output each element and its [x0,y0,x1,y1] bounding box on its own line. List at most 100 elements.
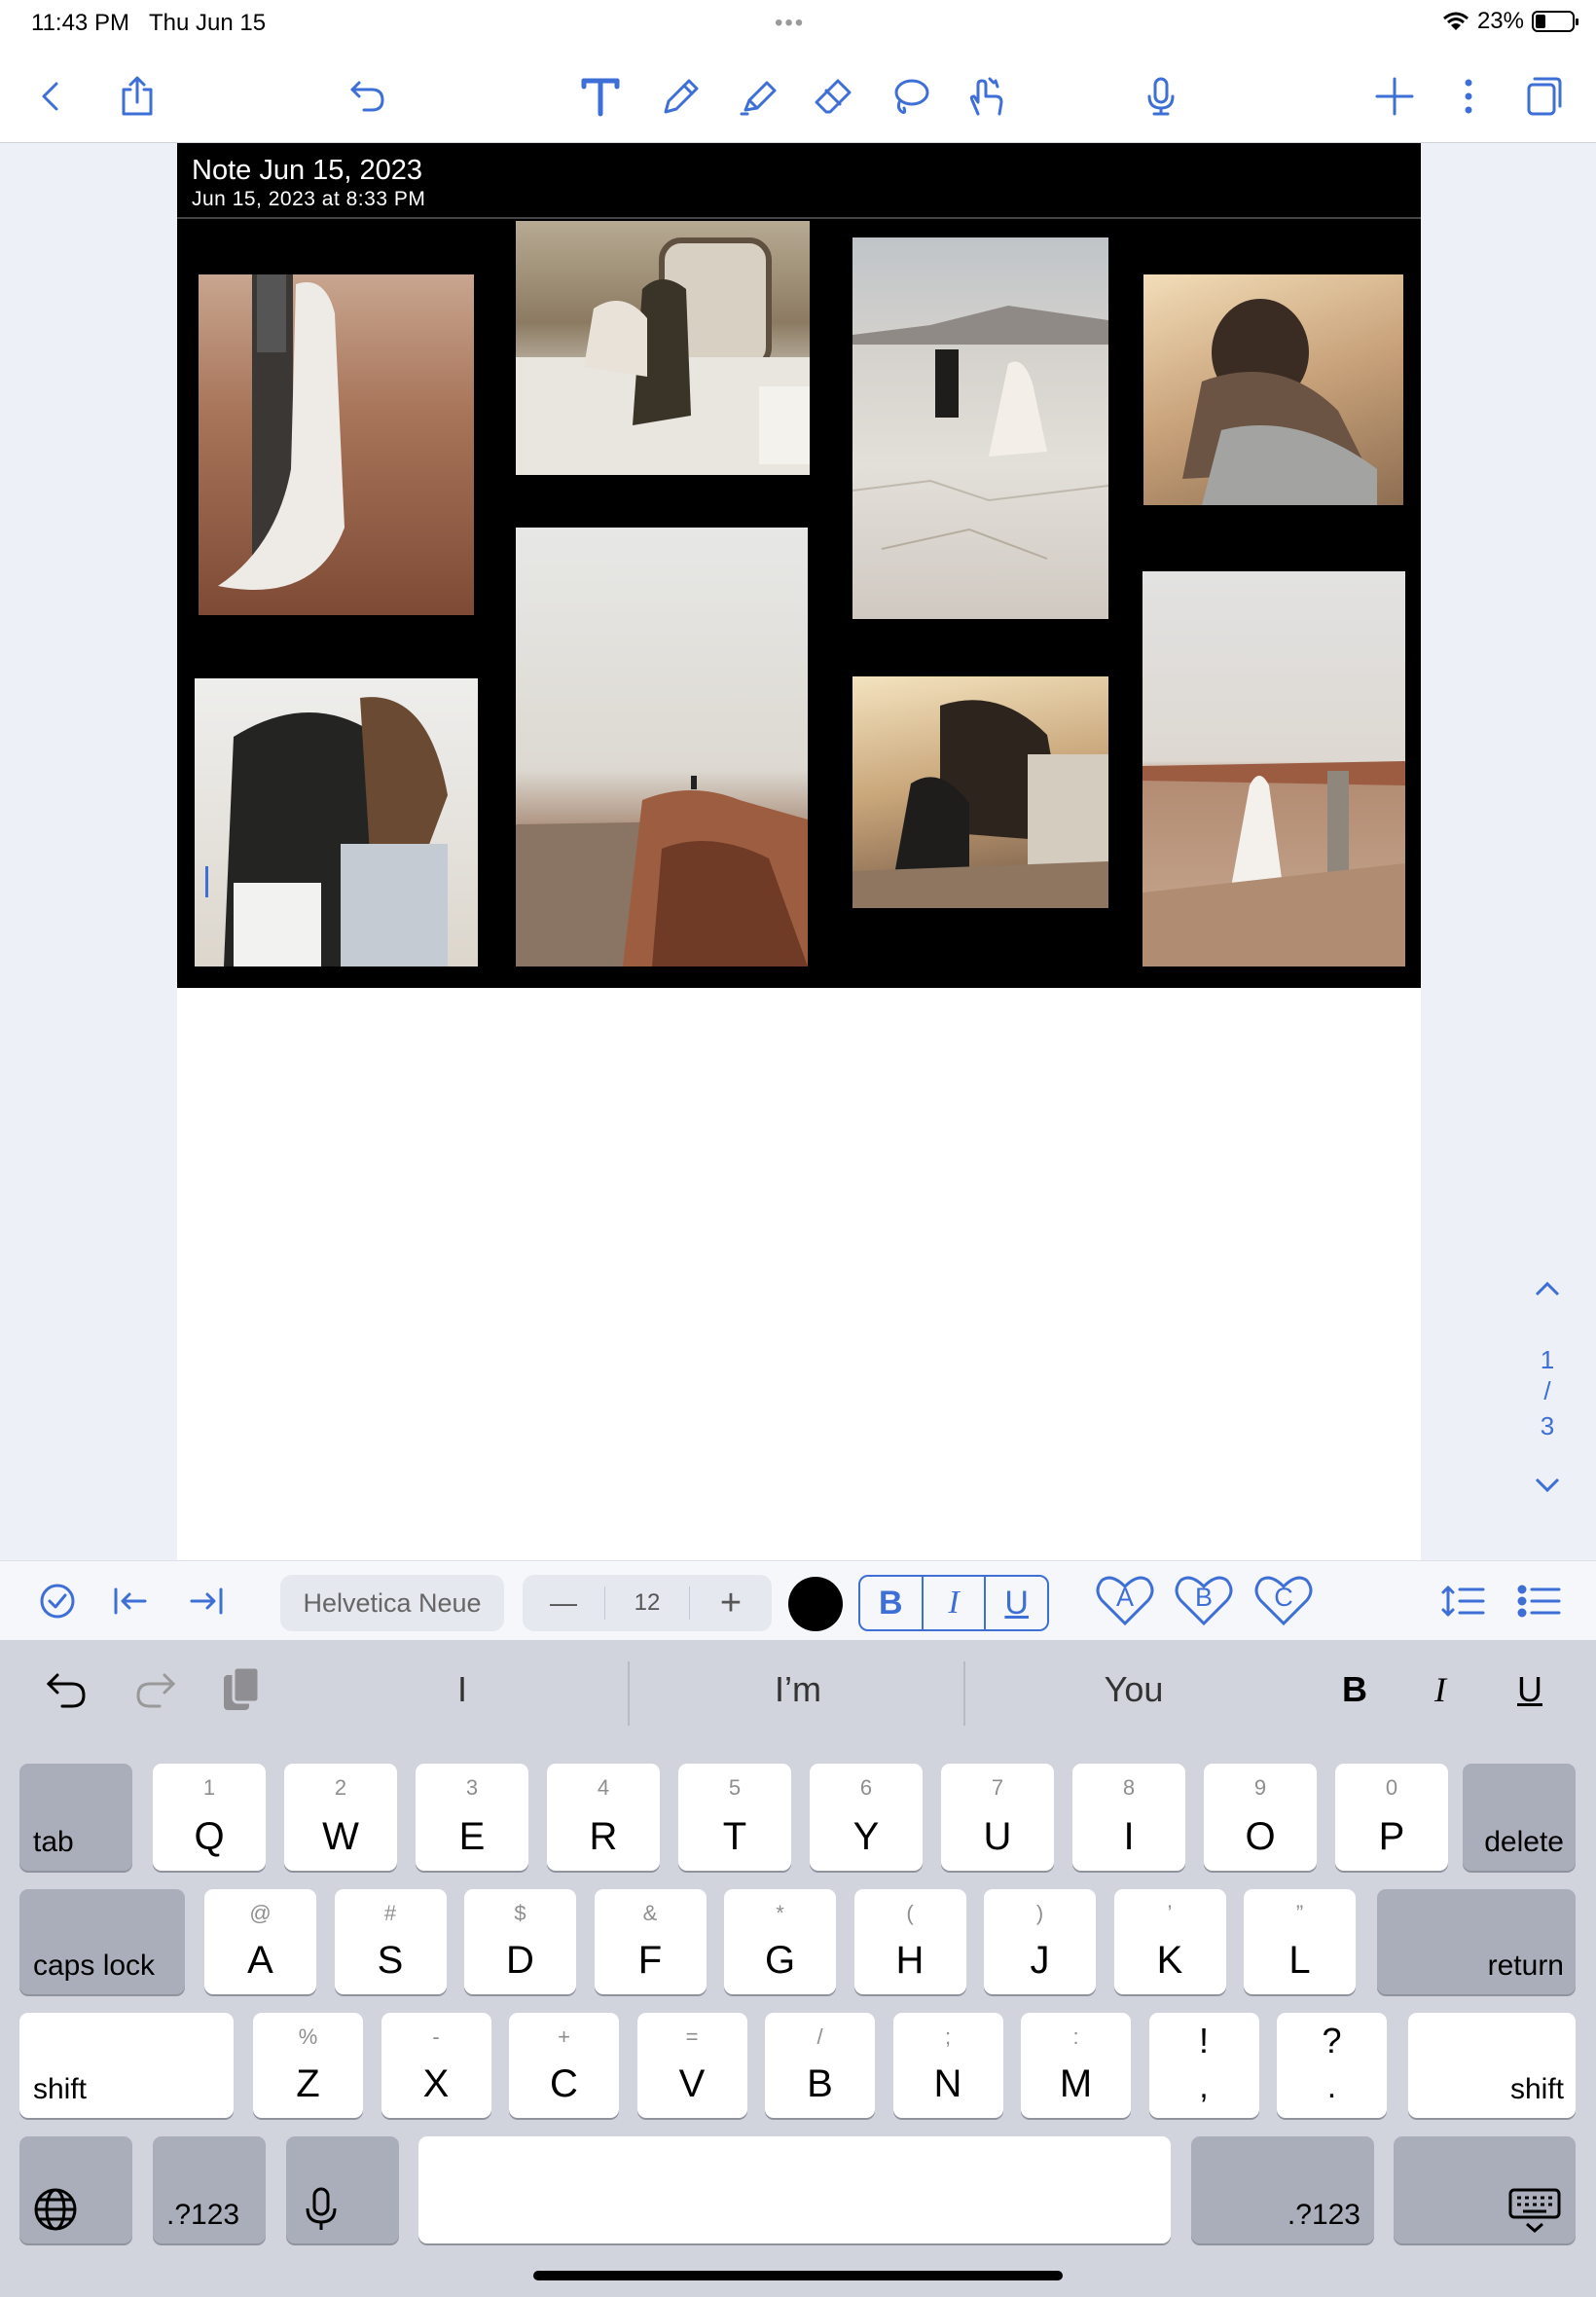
more-icon[interactable] [1444,72,1493,121]
style-b-button[interactable]: B [1173,1569,1235,1631]
font-size-increase[interactable]: + [690,1575,772,1631]
key-primary-label: R [589,1815,618,1858]
font-size-decrease[interactable]: — [523,1575,604,1631]
key-b[interactable]: / B [765,2013,875,2118]
caps-lock-key[interactable]: caps lock [19,1889,185,1994]
key-o[interactable]: 9O [1204,1764,1317,1871]
key-primary-label: L [1288,1939,1311,1982]
suggestion-3[interactable]: You [973,1669,1294,1710]
key-z[interactable]: % Z [253,2013,363,2118]
key-x[interactable]: -X [381,2013,491,2118]
suggestion-1[interactable]: I [311,1669,613,1710]
keyboard-underline-button[interactable]: U [1510,1669,1549,1710]
key-p[interactable]: 0P [1335,1764,1448,1871]
key-n[interactable]: ; N [892,2013,1003,2118]
note-page[interactable]: Note Jun 15, 2023 Jun 15, 2023 at 8:33 P… [177,143,1421,1560]
font-size-value[interactable]: 12 [605,1575,689,1631]
pages-icon[interactable] [1518,72,1567,121]
wifi-icon [1442,12,1469,30]
key-s[interactable]: # S [334,1889,447,1994]
photo-desert-cliffs[interactable] [516,528,808,966]
photo-couple-desert-hug[interactable] [1143,274,1403,505]
keyboard-undo-icon[interactable] [43,1667,91,1712]
lasso-icon[interactable] [886,72,934,121]
suggestion-2[interactable]: I’m [642,1669,954,1710]
key-secondary-label: 8 [1122,1775,1136,1800]
dismiss-keyboard-key[interactable] [1394,2136,1576,2243]
key-k[interactable]: ’ K [1113,1889,1226,1994]
style-c-button[interactable]: C [1252,1569,1315,1631]
key-g[interactable]: * G [724,1889,836,1994]
return-key[interactable]: return [1377,1889,1576,1994]
key-y[interactable]: 6Y [810,1764,923,1871]
style-a-button[interactable]: A [1094,1569,1156,1631]
key-j[interactable]: ) J [984,1889,1096,1994]
eraser-icon[interactable] [810,72,858,121]
page-down-icon[interactable] [1533,1470,1562,1499]
left-shift-key[interactable]: shift [19,2013,234,2118]
keyboard-redo-icon[interactable] [130,1667,179,1712]
keyboard-bold-button[interactable]: B [1335,1669,1374,1710]
key-primary-label: J [1030,1939,1050,1982]
bold-button[interactable]: B [860,1577,922,1629]
highlighter-icon[interactable] [735,72,783,121]
photo-couple-walking-desert[interactable] [1143,571,1405,966]
add-icon[interactable] [1370,72,1419,121]
multitasking-dots[interactable]: ••• [775,10,805,37]
key-a[interactable]: @ A [204,1889,316,1994]
back-icon[interactable] [27,72,76,121]
key-m[interactable]: :M [1021,2013,1131,2118]
share-icon[interactable] [113,72,162,121]
right-shift-key[interactable]: shift [1408,2013,1576,2118]
undo-icon[interactable] [344,72,392,121]
key-l[interactable]: ” L [1244,1889,1356,1994]
numbers-key-left[interactable]: .?123 [153,2136,266,2243]
photo-couple-red-rocks[interactable] [199,274,474,615]
key-comma[interactable]: !, [1148,2013,1259,2118]
photo-couple-kiss[interactable] [195,678,478,966]
key-primary-label: . [1326,2068,1337,2105]
photo-collage[interactable] [177,219,1421,988]
font-family-select[interactable]: Helvetica Neue [280,1575,504,1631]
key-w[interactable]: 2W [284,1764,397,1871]
hand-tool-icon[interactable] [961,72,1010,121]
text-tool-icon[interactable] [576,72,625,121]
keyboard-italic-button[interactable]: I [1421,1669,1460,1710]
tab-key[interactable]: tab [19,1764,132,1871]
indent-icon[interactable] [185,1579,230,1623]
battery-percent: 23% [1476,8,1524,34]
done-check-icon[interactable] [35,1579,80,1623]
page-up-icon[interactable] [1533,1275,1562,1304]
photo-couple-sunset-road[interactable] [852,676,1108,908]
clipboard-paste-icon[interactable] [220,1663,265,1714]
globe-key[interactable] [19,2136,132,2243]
home-indicator[interactable] [533,2271,1063,2280]
key-period[interactable]: ?. [1277,2013,1387,2118]
delete-key[interactable]: delete [1463,1764,1576,1871]
key-primary-label: G [764,1939,796,1982]
pen-icon[interactable] [657,72,706,121]
key-q[interactable]: 1Q [153,1764,266,1871]
key-c[interactable]: + C [509,2013,619,2118]
key-r[interactable]: 4R [547,1764,660,1871]
key-f[interactable]: & F [594,1889,707,1994]
italic-button[interactable]: I [921,1577,985,1629]
key-u[interactable]: 7U [941,1764,1054,1871]
bullet-list-icon[interactable] [1514,1579,1563,1623]
microphone-icon[interactable] [1137,72,1185,121]
key-d[interactable]: $ D [464,1889,576,1994]
dictation-key[interactable] [286,2136,399,2243]
underline-button[interactable]: U [984,1577,1047,1629]
key-h[interactable]: (H [853,1889,966,1994]
text-color-swatch[interactable] [788,1577,843,1631]
key-v[interactable]: = V [636,2013,747,2118]
space-key[interactable] [418,2136,1171,2243]
numbers-key-right[interactable]: .?123 [1191,2136,1374,2243]
line-spacing-icon[interactable] [1438,1579,1487,1623]
photo-couple-hotel-bed[interactable] [516,221,810,475]
key-e[interactable]: 3E [416,1764,528,1871]
key-i[interactable]: 8I [1072,1764,1185,1871]
outdent-icon[interactable] [107,1579,152,1623]
key-t[interactable]: 5T [678,1764,791,1871]
photo-couple-salt-flats[interactable] [852,237,1108,619]
